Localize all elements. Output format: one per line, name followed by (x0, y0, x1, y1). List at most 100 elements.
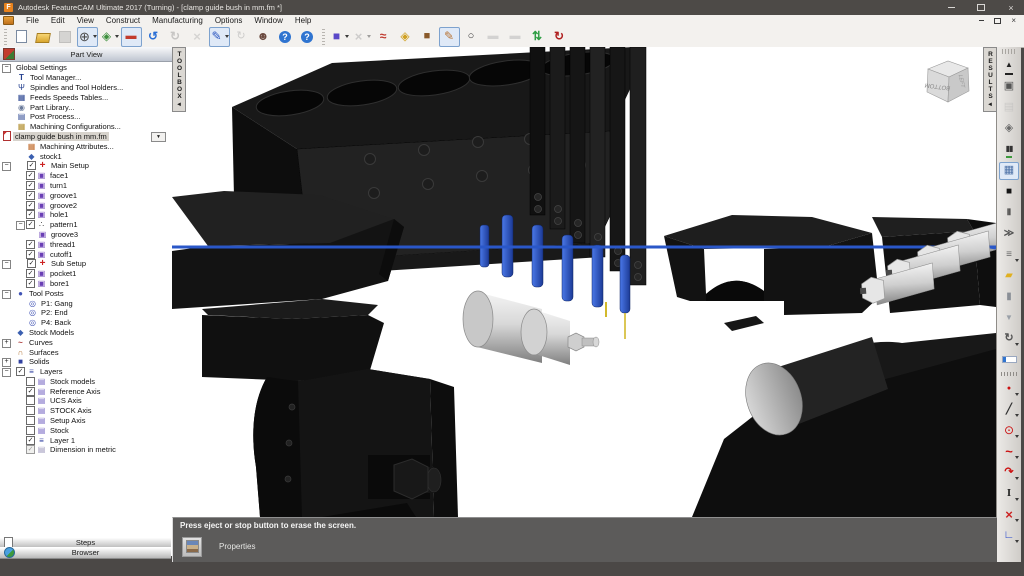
sim-progress-icon[interactable] (999, 351, 1019, 369)
tree-item-post-process[interactable]: Post Process... (0, 112, 172, 122)
collapse-left-icon[interactable]: ◄ (176, 102, 182, 108)
3d-viewport[interactable] (172, 47, 996, 517)
tree-item-stock1[interactable]: stock1 (0, 151, 172, 161)
dropdown-arrow-icon[interactable] (1015, 498, 1019, 501)
stock-model-icon[interactable] (329, 27, 350, 47)
tree-item-groove1[interactable]: ✓groove1 (0, 190, 172, 200)
menu-view[interactable]: View (71, 16, 100, 25)
tree-item-p1-gang[interactable]: P1: Gang (0, 298, 172, 308)
new-document-icon[interactable] (11, 27, 32, 47)
sim-speed-bars-icon[interactable] (999, 141, 1019, 159)
checkbox-checked[interactable]: ✓ (26, 240, 35, 249)
dropdown-arrow-icon[interactable] (1015, 540, 1019, 543)
redo-icon[interactable] (165, 27, 186, 47)
delete-selection-icon[interactable] (187, 27, 208, 47)
tree-item-hole1[interactable]: ✓hole1 (0, 210, 172, 220)
tree-item-layers[interactable]: −✓Layers (0, 367, 172, 377)
polyline-icon[interactable] (999, 527, 1019, 545)
checkbox-unchecked[interactable] (26, 406, 35, 415)
arc-icon[interactable] (999, 464, 1019, 482)
tree-item-tool-manager[interactable]: Tool Manager... (0, 73, 172, 83)
tree-item-sub-setup[interactable]: −✓Sub Setup (0, 259, 172, 269)
dropdown-arrow-icon[interactable] (345, 35, 349, 38)
document-icon[interactable] (3, 16, 14, 25)
view-cube[interactable]: BOTTOM LEFT (918, 57, 976, 109)
tree-item-machining-attributes[interactable]: Machining Attributes... (0, 141, 172, 151)
tree-item-spindles-and-tool-holders[interactable]: Spindles and Tool Holders... (0, 83, 172, 93)
menu-edit[interactable]: Edit (45, 16, 71, 25)
tree-item-face1[interactable]: ✓face1 (0, 171, 172, 181)
menu-file[interactable]: File (20, 16, 45, 25)
collapse-left-icon[interactable]: ◄ (987, 102, 993, 108)
checkbox-checked[interactable]: ✓ (16, 367, 25, 376)
machine-simulation-icon[interactable] (999, 162, 1019, 180)
tree-item-ucs-axis[interactable]: UCS Axis (0, 396, 172, 406)
hyperlink-icon[interactable] (231, 27, 252, 47)
minimize-button[interactable] (944, 2, 958, 13)
tree-item-part-library[interactable]: Part Library... (0, 102, 172, 112)
toggle-axes-icon[interactable] (527, 27, 548, 47)
curve-wizard-icon[interactable] (373, 27, 394, 47)
eject-icon[interactable] (999, 57, 1019, 75)
checkbox-checked[interactable]: ✓ (26, 436, 35, 445)
checkbox-checked[interactable]: ✓ (26, 279, 35, 288)
point-icon[interactable] (999, 380, 1019, 398)
tree-item-groove3[interactable]: groove3 (0, 230, 172, 240)
flat-project-2-icon[interactable] (505, 27, 526, 47)
tree-item-machining-configurations[interactable]: Machining Configurations... (0, 122, 172, 132)
tree-item-thread1[interactable]: ✓thread1 (0, 239, 172, 249)
sketch-tool-icon[interactable] (439, 27, 460, 47)
tree-item-p2-end[interactable]: P2: End (0, 308, 172, 318)
checkbox-unchecked[interactable] (26, 396, 35, 405)
tool-holder-icon[interactable] (999, 288, 1019, 306)
trim-tool-icon[interactable] (351, 27, 372, 47)
tree-item-setup-axis[interactable]: Setup Axis (0, 416, 172, 426)
save-file-icon[interactable] (55, 27, 76, 47)
machine-housing-icon[interactable] (999, 99, 1019, 117)
tree-item-bore1[interactable]: ✓bore1 (0, 279, 172, 289)
solid-wizard-icon[interactable] (417, 27, 438, 47)
tree-item-reference-axis[interactable]: ✓Reference Axis (0, 386, 172, 396)
menu-construct[interactable]: Construct (100, 16, 146, 25)
pause-icon[interactable] (999, 204, 1019, 222)
child-restore-button[interactable] (994, 18, 1001, 24)
line-icon[interactable] (999, 401, 1019, 419)
surface-wizard-icon[interactable] (395, 27, 416, 47)
dropdown-arrow-icon[interactable] (1015, 259, 1019, 262)
tree-item-clamp-guide-bush-in-mm-fm[interactable]: clamp guide bush in mm.fm▼ (0, 132, 172, 142)
tree-item-solids[interactable]: +Solids (0, 357, 172, 367)
tree-item-stock[interactable]: Stock (0, 425, 172, 435)
menu-window[interactable]: Window (248, 16, 288, 25)
menu-options[interactable]: Options (209, 16, 249, 25)
tree-item-global-settings[interactable]: −Global Settings (0, 63, 172, 73)
dropdown-arrow-icon[interactable] (1015, 435, 1019, 438)
checkbox-checked[interactable]: ✓ (26, 201, 35, 210)
stock-material-icon[interactable] (121, 27, 142, 47)
play-to-end-icon[interactable] (999, 225, 1019, 243)
properties-button[interactable] (182, 537, 202, 557)
tree-item-layer-1[interactable]: ✓Layer 1 (0, 435, 172, 445)
tree-item-dimension-in-metric[interactable]: ✓Dimension in metric (0, 445, 172, 455)
checkbox-checked[interactable]: ✓ (27, 259, 36, 268)
shading-mode-icon[interactable] (99, 27, 120, 47)
dropdown-arrow-icon[interactable] (115, 35, 119, 38)
checkbox-checked[interactable]: ✓ (26, 220, 35, 229)
checkbox-checked[interactable]: ✓ (26, 171, 35, 180)
tree-item-curves[interactable]: +Curves (0, 337, 172, 347)
checkbox-checked[interactable]: ✓ (26, 191, 35, 200)
results-tab[interactable]: RESULTS ◄ (983, 47, 997, 112)
dropdown-arrow-icon[interactable] (1015, 393, 1019, 396)
open-file-icon[interactable] (33, 27, 54, 47)
part-compare-icon[interactable] (999, 309, 1019, 327)
dropdown-arrow-icon[interactable] (1015, 456, 1019, 459)
rotate-view-icon[interactable] (549, 27, 570, 47)
tree-item-stock-models[interactable]: Stock models (0, 377, 172, 387)
tree-item-stock-models[interactable]: Stock Models (0, 328, 172, 338)
checkbox-checked[interactable]: ✓ (27, 161, 36, 170)
curve-icon[interactable] (999, 443, 1019, 461)
trim-icon[interactable] (999, 506, 1019, 524)
flat-project-icon[interactable] (483, 27, 504, 47)
geometry-constraints-icon[interactable] (461, 27, 482, 47)
stock-display-icon[interactable] (999, 120, 1019, 138)
customer-feedback-icon[interactable] (253, 27, 274, 47)
